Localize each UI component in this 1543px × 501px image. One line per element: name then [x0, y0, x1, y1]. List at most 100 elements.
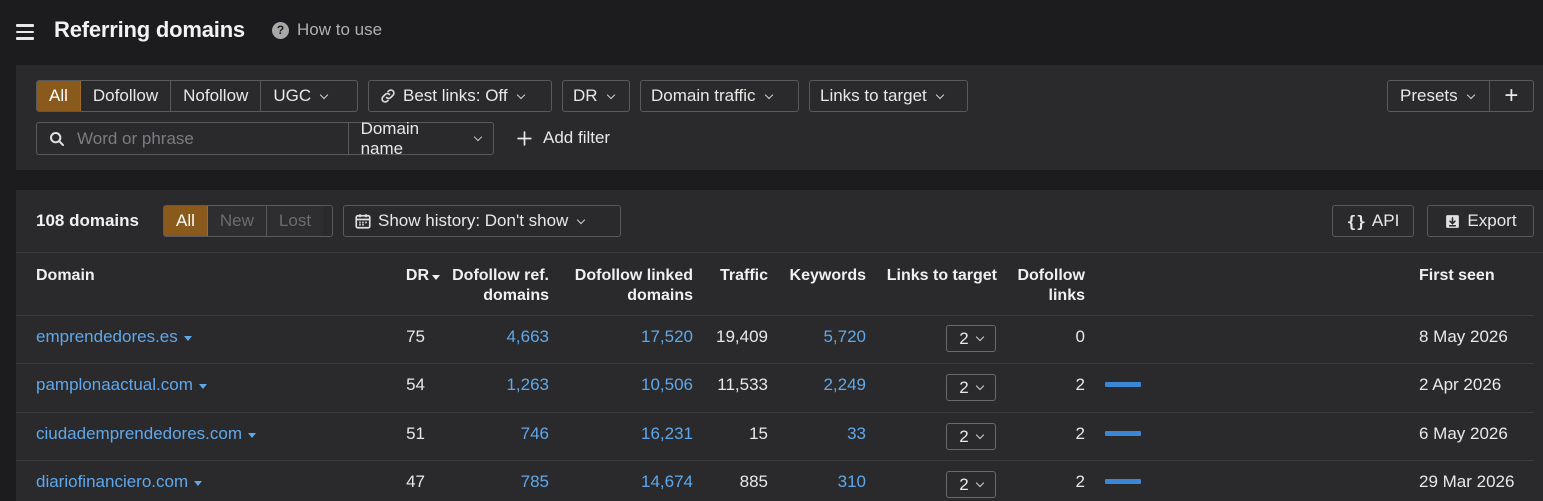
col-dofollow-linked-domains[interactable]: Dofollow linked domains [560, 266, 693, 306]
caret-down-icon [248, 433, 257, 438]
api-button[interactable]: {} API [1332, 205, 1414, 237]
table-row-first-seen: 6 May 2026 [1419, 424, 1508, 443]
table-row-first-seen: 29 Mar 2026 [1419, 472, 1515, 491]
caret-down-icon [198, 384, 207, 389]
link-type-ugc[interactable]: UGC [261, 81, 339, 111]
caret-down-icon [183, 336, 192, 341]
export-icon [1446, 214, 1460, 228]
links-to-target-select[interactable]: 2 [946, 471, 996, 498]
plus-icon [517, 130, 532, 146]
tab-lost[interactable]: Lost [266, 206, 324, 236]
tab-all[interactable]: All [164, 206, 208, 236]
divider [16, 460, 1533, 461]
table-row-ref-domains[interactable]: 746 [450, 424, 549, 444]
col-traffic[interactable]: Traffic [700, 266, 768, 286]
search-field-wrap [37, 123, 349, 154]
link-type-toggle: All Dofollow Nofollow UGC [36, 80, 358, 112]
history-tabs: All New Lost [163, 205, 333, 237]
table-row-dofollow-links: 2 [1075, 472, 1085, 491]
presets-dropdown[interactable]: Presets [1388, 81, 1490, 111]
best-links-dropdown[interactable]: Best links: Off [368, 80, 552, 112]
link-type-dofollow[interactable]: Dofollow [81, 81, 172, 111]
search-scope-dropdown[interactable]: Domain name [349, 119, 493, 158]
table-row-linked-domains[interactable]: 16,231 [580, 424, 693, 444]
tab-new[interactable]: New [207, 206, 267, 236]
table-row-keywords[interactable]: 33 [778, 424, 866, 444]
col-domain[interactable]: Domain [36, 266, 95, 286]
divider [16, 363, 1533, 364]
divider [16, 412, 1533, 413]
table-row-keywords[interactable]: 310 [778, 472, 866, 492]
table-row-domain[interactable]: ciudademprendedores.com [36, 424, 257, 444]
table-row-dr: 47 [406, 472, 425, 491]
dofollow-links-bar [1105, 431, 1141, 436]
domain-traffic-dropdown[interactable]: Domain traffic [640, 80, 799, 112]
table-row-traffic: 11,533 [717, 375, 768, 394]
chevron-down-icon [975, 478, 984, 488]
chevron-down-icon [577, 215, 586, 224]
table-row-keywords[interactable]: 2,249 [778, 375, 866, 395]
table-row-linked-domains[interactable]: 14,674 [580, 472, 693, 492]
dr-dropdown[interactable]: DR [562, 80, 630, 112]
export-button[interactable]: Export [1427, 205, 1534, 237]
table-row-dr: 54 [406, 375, 425, 394]
add-preset-button[interactable]: + [1490, 81, 1533, 111]
hamburger-menu-icon[interactable] [16, 24, 34, 40]
table-row-domain[interactable]: emprendedores.es [36, 327, 192, 347]
table-row-first-seen: 2 Apr 2026 [1419, 375, 1502, 394]
chevron-down-icon [764, 90, 773, 99]
show-history-dropdown[interactable]: Show history: Don't show [343, 205, 621, 237]
table-row-ref-domains[interactable]: 1,263 [450, 375, 549, 395]
table-row-first-seen: 8 May 2026 [1419, 327, 1508, 346]
divider [16, 315, 1533, 316]
col-dofollow-ref-domains[interactable]: Dofollow ref. domains [430, 266, 549, 306]
chevron-down-icon [975, 332, 984, 342]
table-row-domain[interactable]: pamplonaactual.com [36, 375, 207, 395]
search-input[interactable] [75, 127, 329, 150]
chevron-down-icon [975, 381, 984, 391]
links-to-target-select[interactable]: 2 [946, 423, 996, 450]
presets-group: Presets + [1387, 80, 1534, 112]
col-first-seen[interactable]: First seen [1419, 266, 1495, 286]
table-row-ref-domains[interactable]: 785 [450, 472, 549, 492]
result-count: 108 domains [36, 211, 139, 230]
divider [16, 252, 1543, 253]
table-row-linked-domains[interactable]: 10,506 [580, 375, 693, 395]
chevron-down-icon [975, 430, 984, 440]
table-row-traffic: 15 [749, 424, 768, 443]
chevron-down-icon [935, 90, 945, 99]
links-to-target-select[interactable]: 2 [946, 374, 996, 401]
table-row-traffic: 19,409 [716, 327, 768, 346]
table-row-keywords[interactable]: 5,720 [778, 327, 866, 347]
braces-icon: {} [1346, 211, 1366, 231]
link-type-all[interactable]: All [37, 81, 81, 111]
col-keywords[interactable]: Keywords [778, 266, 866, 286]
links-to-target-select[interactable]: 2 [946, 325, 996, 352]
table-row-traffic: 885 [739, 472, 768, 491]
how-to-use-link[interactable]: ? How to use [272, 20, 382, 40]
table-row-dr: 51 [406, 424, 425, 443]
link-type-nofollow[interactable]: Nofollow [171, 81, 262, 111]
table-row-linked-domains[interactable]: 17,520 [580, 327, 693, 347]
dofollow-links-bar [1105, 479, 1141, 484]
table-row-ref-domains[interactable]: 4,663 [450, 327, 549, 347]
dofollow-links-bar [1105, 382, 1141, 387]
col-dofollow-links[interactable]: Dofollow links [1005, 266, 1085, 306]
chevron-down-icon [319, 90, 329, 99]
add-filter-button[interactable]: Add filter [516, 128, 610, 148]
caret-down-icon [194, 481, 203, 486]
top-bar: Referring domains ? How to use [0, 0, 1543, 64]
chevron-down-icon [516, 90, 525, 99]
table-row-dofollow-links: 0 [1075, 327, 1085, 346]
chevron-down-icon [606, 90, 615, 99]
page-title: Referring domains [54, 17, 245, 42]
links-to-target-dropdown[interactable]: Links to target [809, 80, 968, 112]
table-row-domain[interactable]: diariofinanciero.com [36, 472, 203, 492]
col-links-to-target[interactable]: Links to target [876, 266, 997, 286]
chevron-down-icon [1466, 90, 1475, 99]
table-row-dofollow-links: 2 [1075, 424, 1085, 443]
table-row-dofollow-links: 2 [1075, 375, 1085, 394]
calendar-icon [355, 214, 371, 229]
chevron-down-icon [473, 132, 483, 142]
how-to-use-label: How to use [297, 20, 383, 39]
